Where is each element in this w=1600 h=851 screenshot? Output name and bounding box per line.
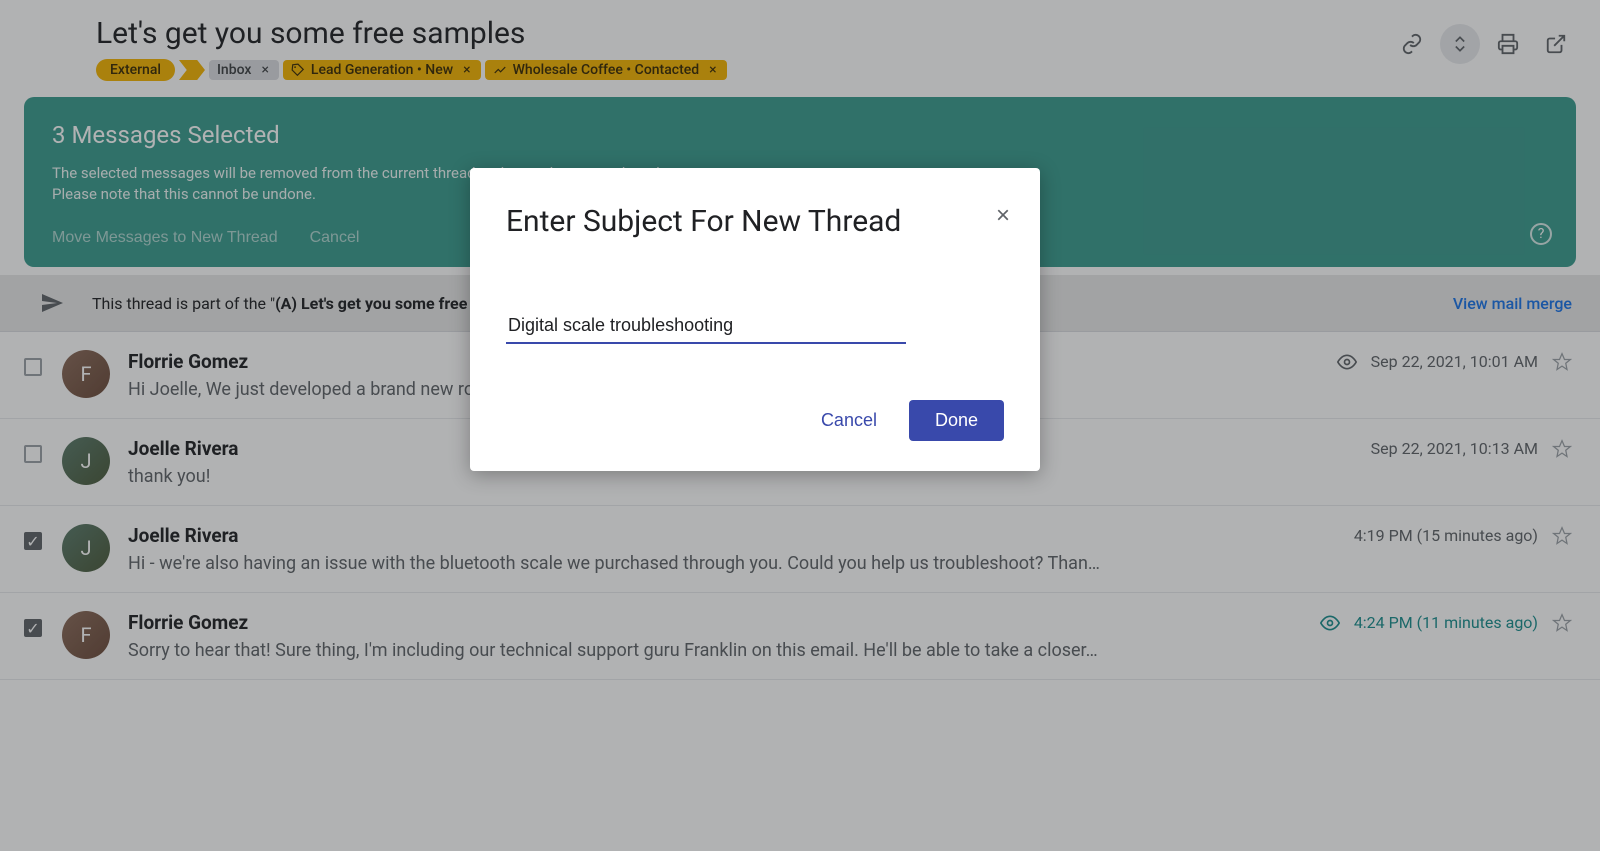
- dialog-title: Enter Subject For New Thread: [506, 204, 1004, 239]
- close-icon[interactable]: ×: [996, 204, 1010, 228]
- subject-input[interactable]: [506, 309, 906, 344]
- dialog-actions: Cancel Done: [506, 400, 1004, 441]
- subject-dialog: Enter Subject For New Thread × Cancel Do…: [470, 168, 1040, 471]
- done-button[interactable]: Done: [909, 400, 1004, 441]
- cancel-button[interactable]: Cancel: [801, 400, 897, 441]
